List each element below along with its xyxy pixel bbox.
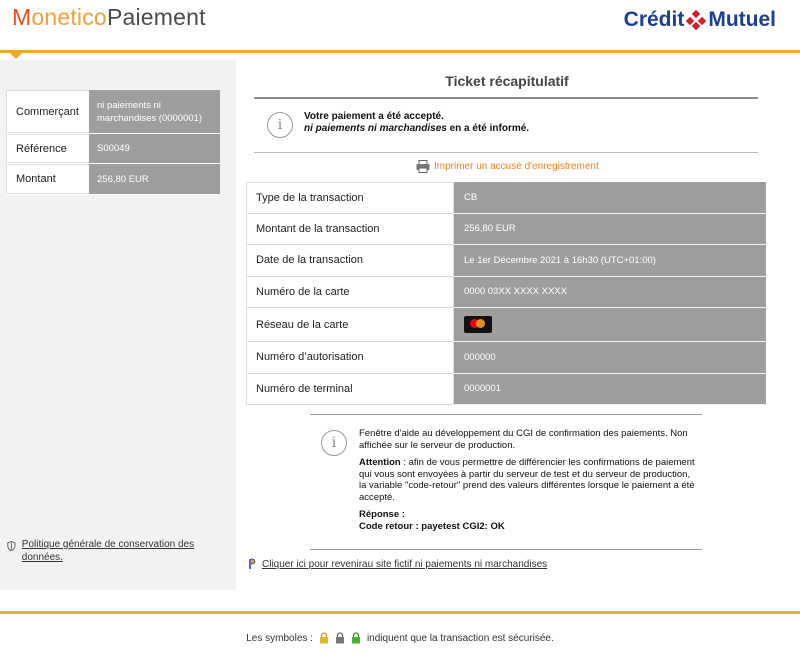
transaction-type-value: CB: [454, 182, 766, 214]
payment-accepted-message: Votre paiement a été accepté. ni paiemen…: [304, 111, 529, 135]
bank-name-part1: Crédit: [623, 8, 685, 31]
transaction-type-label: Type de la transaction: [246, 182, 454, 214]
authorization-number-label: Numéro d’autorisation: [246, 342, 454, 374]
developer-help-panel: Fenêtre d'aide au développement du CGI d…: [359, 428, 699, 532]
table-row: Montant de la transaction 256,80 EUR: [246, 213, 766, 245]
info-icon: i: [267, 112, 293, 138]
table-row: Numéro de la carte 0000 03XX XXXX XXXX: [246, 276, 766, 308]
header: MoneticoPaiement Crédit Mutuel: [0, 0, 800, 50]
header-divider: [0, 50, 800, 53]
attention-text: : afin de vous permettre de différencier…: [359, 457, 695, 503]
card-network-label: Réseau de la carte: [246, 308, 454, 342]
accepted-informed: en a été informé.: [446, 123, 530, 134]
merchant-summary-table: Commerçant ni paiements ni marchandises …: [6, 90, 220, 195]
print-label[interactable]: Imprimer un accusé d'enregistrement: [434, 161, 599, 172]
help-divider-top: [310, 414, 702, 415]
back-to-merchant[interactable]: Cliquer ici pour revenirau site fictif n…: [248, 558, 547, 570]
response-code: Code retour : payetest CGI2: OK: [359, 520, 505, 532]
table-row: Montant 256,80 EUR: [6, 164, 220, 195]
print-receipt-link[interactable]: Imprimer un accusé d'enregistrement: [416, 160, 599, 173]
mastercard-icon: [464, 316, 492, 333]
shield-icon: [7, 541, 16, 551]
header-notch: [10, 53, 22, 59]
merchant-label: Commerçant: [6, 90, 89, 133]
accepted-line: Votre paiement a été accepté.: [304, 111, 444, 122]
table-row: Numéro de terminal 0000001: [246, 373, 766, 405]
lock-icon: [351, 632, 360, 644]
lock-icon: [319, 632, 328, 644]
table-row: Type de la transaction CB: [246, 182, 766, 214]
transaction-amount-value: 256,80 EUR: [454, 213, 766, 245]
footer-divider: [0, 611, 800, 614]
response-label: Réponse :: [359, 509, 405, 520]
attention-label: Attention: [359, 457, 401, 468]
security-footer: Les symboles : indiquent que la transact…: [0, 632, 800, 644]
monetico-logo: MoneticoPaiement: [12, 4, 206, 31]
table-row: Commerçant ni paiements ni marchandises …: [6, 90, 220, 134]
transaction-date-value: Le 1er Décembre 2021 à 16h30 (UTC+01:00): [454, 245, 766, 277]
logo-text-suffix: Paiement: [106, 4, 206, 30]
table-row: Réseau de la carte: [246, 308, 766, 342]
card-number-value: 0000 03XX XXXX XXXX: [454, 276, 766, 308]
back-arrow-icon: [249, 558, 256, 569]
footer-suffix: indiquent que la transaction est sécuris…: [366, 632, 554, 644]
main-content: Ticket récapitulatif i Votre paiement a …: [236, 60, 776, 590]
page-title: Ticket récapitulatif: [445, 73, 569, 89]
accepted-merchant: ni paiements ni marchandises: [304, 123, 447, 134]
back-link-text[interactable]: Cliquer ici pour revenirau site fictif n…: [262, 559, 547, 570]
privacy-policy-link[interactable]: Politique générale de conservation des d…: [22, 538, 216, 564]
lock-icon: [335, 632, 344, 644]
transaction-amount-label: Montant de la transaction: [246, 213, 454, 245]
bank-name-part2: Mutuel: [708, 8, 776, 31]
table-row: Référence S00049: [6, 134, 220, 164]
help-intro: Fenêtre d'aide au développement du CGI d…: [359, 428, 688, 451]
authorization-number-value: 000000: [454, 342, 766, 374]
terminal-number-value: 0000001: [454, 373, 766, 405]
title-divider: [254, 97, 758, 99]
credit-mutuel-emblem-icon: [686, 10, 707, 30]
credit-mutuel-logo: Crédit Mutuel: [624, 8, 776, 32]
merchant-value: ni paiements ni marchandises (0000001): [89, 90, 220, 133]
transaction-date-label: Date de la transaction: [246, 245, 454, 277]
logo-text: onetico: [31, 4, 107, 30]
message-divider: [254, 152, 758, 153]
info-icon: i: [321, 430, 347, 456]
card-number-label: Numéro de la carte: [246, 276, 454, 308]
printer-icon: [416, 160, 430, 173]
amount-label: Montant: [6, 164, 89, 194]
privacy-policy: Politique générale de conservation des d…: [6, 538, 216, 564]
terminal-number-label: Numéro de terminal: [246, 373, 454, 405]
reference-label: Référence: [6, 134, 89, 163]
amount-value: 256,80 EUR: [89, 164, 220, 194]
transaction-details-table: Type de la transaction CB Montant de la …: [246, 182, 766, 405]
footer-prefix: Les symboles :: [246, 632, 313, 644]
logo-letter: M: [12, 4, 32, 30]
reference-value: S00049: [89, 134, 220, 163]
table-row: Numéro d’autorisation 000000: [246, 342, 766, 374]
help-divider-bottom: [310, 549, 702, 550]
card-network-value: [454, 308, 766, 342]
table-row: Date de la transaction Le 1er Décembre 2…: [246, 245, 766, 277]
